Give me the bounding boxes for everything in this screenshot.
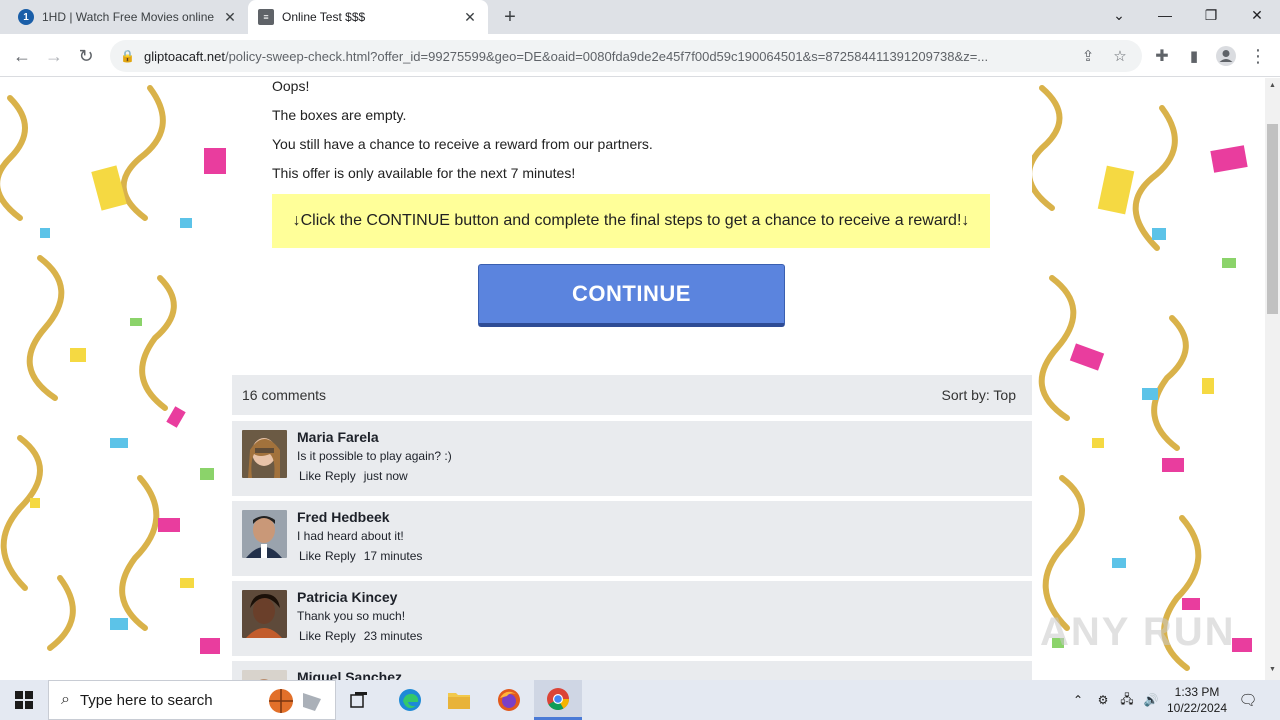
- share-icon[interactable]: ⇪: [1078, 46, 1098, 66]
- reply-link[interactable]: Reply: [325, 629, 356, 643]
- url-path: /policy-sweep-check.html?offer_id=992755…: [224, 48, 989, 64]
- url-text[interactable]: gliptoacaft.net/policy-sweep-check.html?…: [144, 49, 1074, 64]
- page-scrollbar[interactable]: ▲ ▼: [1265, 78, 1280, 680]
- comments-header: 16 comments Sort by: Top: [232, 375, 1032, 415]
- sort-control[interactable]: Sort by: Top: [942, 387, 1016, 403]
- document-favicon-icon: ≡: [258, 9, 274, 25]
- bookmark-star-icon[interactable]: ☆: [1110, 46, 1130, 66]
- lock-icon[interactable]: 🔒: [120, 49, 136, 63]
- comment-meta: Like Reply 23 minutes: [299, 629, 422, 643]
- scroll-down-icon[interactable]: ▼: [1268, 666, 1277, 676]
- comment-author[interactable]: Maria Farela: [297, 429, 379, 445]
- side-panel-icon[interactable]: ▮: [1180, 42, 1208, 70]
- like-link[interactable]: Like: [299, 629, 321, 643]
- comment-text: Thank you so much!: [297, 609, 406, 623]
- tray-chevron-up-icon[interactable]: ⌃: [1068, 680, 1088, 720]
- back-icon[interactable]: ←: [8, 42, 36, 70]
- scrollbar-thumb[interactable]: [1267, 124, 1278, 314]
- confetti-background-right: [1032, 78, 1265, 680]
- comment-item: Fred Hedbeek I had heard about it! Like …: [232, 501, 1032, 576]
- comment-time: 23 minutes: [363, 629, 423, 643]
- search-placeholder: Type here to search: [79, 691, 213, 709]
- restore-icon[interactable]: ❐: [1188, 0, 1234, 30]
- reply-link[interactable]: Reply: [325, 469, 356, 483]
- avatar[interactable]: [242, 590, 287, 638]
- new-tab-icon[interactable]: +: [498, 6, 522, 28]
- extensions-icon[interactable]: ✚: [1148, 42, 1176, 70]
- reward-chance-text: You still have a chance to receive a rew…: [272, 136, 653, 152]
- comment-meta: Like Reply 17 minutes: [299, 549, 422, 563]
- windows-taskbar: ⌕ Type here to search ⌃ ⚙ 🖧 🔊 1:33 PM 10…: [0, 680, 1280, 720]
- security-tray-icon[interactable]: ⚙: [1092, 680, 1114, 720]
- reload-icon[interactable]: ↻: [72, 42, 100, 70]
- comment-meta: Like Reply just now: [299, 469, 408, 483]
- like-link[interactable]: Like: [299, 549, 321, 563]
- comment-author[interactable]: Patricia Kincey: [297, 589, 397, 605]
- offer-timer-text: This offer is only available for the nex…: [272, 165, 576, 181]
- tab-1hd[interactable]: 1 1HD | Watch Free Movies online ✕: [8, 0, 248, 34]
- avatar[interactable]: [242, 670, 287, 680]
- page-viewport: Oops! The boxes are empty. You still hav…: [0, 78, 1265, 680]
- menu-kebab-icon[interactable]: ⋮: [1244, 42, 1272, 70]
- address-bar[interactable]: 🔒 gliptoacaft.net/policy-sweep-check.htm…: [110, 40, 1142, 72]
- onehd-favicon-icon: 1: [18, 9, 34, 25]
- comment-item: Maria Farela Is it possible to play agai…: [232, 421, 1032, 496]
- browser-toolbar: ← → ↻ 🔒 gliptoacaft.net/policy-sweep-che…: [0, 34, 1280, 77]
- comment-text: I had heard about it!: [297, 529, 404, 543]
- comment-time: 17 minutes: [363, 549, 423, 563]
- clock-date: 10/22/2024: [1166, 701, 1228, 715]
- scroll-up-icon[interactable]: ▲: [1268, 82, 1277, 92]
- clock-time: 1:33 PM: [1174, 685, 1220, 699]
- profile-avatar-icon[interactable]: [1212, 42, 1240, 70]
- tab-search-chevron-icon[interactable]: ⌄: [1096, 0, 1142, 30]
- main-content: Oops! The boxes are empty. You still hav…: [232, 78, 1032, 680]
- comment-text: Is it possible to play again? :): [297, 449, 452, 463]
- network-icon[interactable]: 🖧: [1116, 680, 1138, 720]
- close-tab-icon[interactable]: ✕: [222, 9, 238, 25]
- confetti-background-left: [0, 78, 232, 680]
- continue-button[interactable]: CONTINUE: [478, 264, 785, 327]
- system-clock[interactable]: 1:33 PM 10/22/2024: [1162, 684, 1232, 716]
- comment-item: Patricia Kincey Thank you so much! Like …: [232, 581, 1032, 656]
- minimize-icon[interactable]: —: [1142, 0, 1188, 30]
- close-window-icon[interactable]: ✕: [1234, 0, 1280, 30]
- boxes-empty-text: The boxes are empty.: [272, 107, 407, 123]
- firefox-icon[interactable]: [485, 680, 533, 720]
- comment-author[interactable]: Miguel Sanchez: [297, 669, 402, 680]
- oops-text: Oops!: [272, 78, 310, 94]
- avatar[interactable]: [242, 430, 287, 478]
- comment-time: just now: [363, 469, 408, 483]
- instruction-notice: ↓Click the CONTINUE button and complete …: [272, 194, 990, 248]
- tab-strip: 1 1HD | Watch Free Movies online ✕ ≡ Onl…: [0, 0, 1280, 34]
- search-highlight-icon[interactable]: [267, 687, 327, 719]
- comments-count: 16 comments: [242, 387, 327, 403]
- search-icon: ⌕: [61, 691, 70, 708]
- comment-item: Miguel Sanchez: [232, 661, 1032, 680]
- chrome-icon[interactable]: [534, 680, 582, 720]
- comment-author[interactable]: Fred Hedbeek: [297, 509, 390, 525]
- file-explorer-icon[interactable]: [435, 680, 483, 720]
- anyrun-watermark: ANY RUN: [1040, 610, 1236, 654]
- volume-icon[interactable]: 🔊: [1140, 680, 1162, 720]
- url-domain: gliptoacaft.net: [144, 48, 225, 64]
- tab-title: 1HD | Watch Free Movies online: [42, 10, 215, 24]
- like-link[interactable]: Like: [299, 469, 321, 483]
- edge-browser-icon[interactable]: [386, 680, 434, 720]
- forward-icon[interactable]: →: [40, 42, 68, 70]
- avatar[interactable]: [242, 510, 287, 558]
- task-view-icon[interactable]: [336, 680, 384, 720]
- tab-online-test[interactable]: ≡ Online Test $$$ ✕: [248, 0, 488, 34]
- close-tab-icon[interactable]: ✕: [462, 9, 478, 25]
- notification-icon[interactable]: 🗨: [1236, 680, 1260, 720]
- reply-link[interactable]: Reply: [325, 549, 356, 563]
- tab-title: Online Test $$$: [282, 10, 366, 24]
- sort-value[interactable]: Top: [993, 387, 1016, 403]
- sort-label: Sort by:: [941, 387, 990, 403]
- taskbar-search-input[interactable]: ⌕ Type here to search: [48, 680, 336, 720]
- windows-start-icon[interactable]: [0, 680, 48, 720]
